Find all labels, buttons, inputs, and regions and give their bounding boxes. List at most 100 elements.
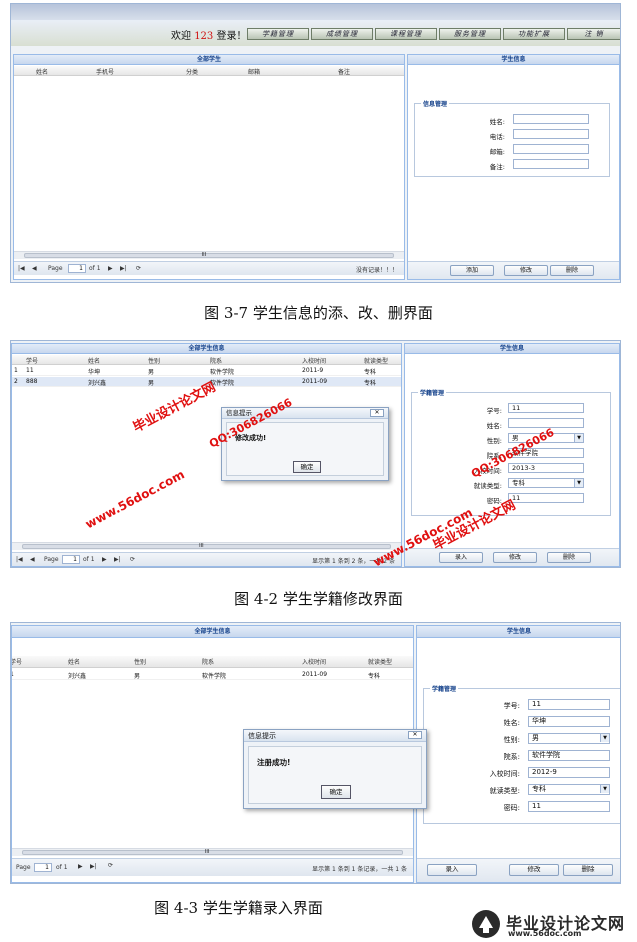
label-student-id: 学号:	[486, 407, 502, 415]
nav-grades[interactable]: 成绩管理	[311, 28, 373, 40]
col-email[interactable]: 邮箱	[248, 67, 260, 76]
close-icon[interactable]: ✕	[408, 731, 422, 739]
chevron-down-icon[interactable]: ▼	[574, 479, 583, 487]
cell: 男	[134, 673, 141, 680]
nav-courses[interactable]: 课程管理	[375, 28, 437, 40]
delete-button[interactable]: 删除	[563, 864, 613, 876]
col-gender[interactable]: 性别	[148, 356, 160, 365]
select-study-type[interactable]: 专科 ▼	[508, 478, 584, 488]
col-student-id[interactable]: 学号	[26, 356, 38, 365]
col-name[interactable]: 姓名	[88, 356, 100, 365]
select-study-type-value: 专科	[532, 785, 546, 793]
first-page-icon[interactable]: |◀	[16, 556, 23, 563]
input-name[interactable]: 华坤	[528, 716, 610, 727]
chevron-down-icon[interactable]: ▼	[600, 734, 609, 742]
input-password[interactable]: 11	[508, 493, 584, 503]
col-remark[interactable]: 备注	[338, 67, 350, 76]
label-name: 姓名:	[486, 422, 502, 430]
pager-page-input[interactable]: 1	[62, 555, 80, 564]
add-button[interactable]: 添加	[450, 265, 494, 276]
grid-horizontal-scrollbar[interactable]: III	[14, 251, 404, 259]
nav-services[interactable]: 服务管理	[439, 28, 501, 40]
col-enroll-date[interactable]: 入校时间	[302, 356, 326, 365]
input-student-id[interactable]: 11	[508, 403, 584, 413]
chevron-down-icon[interactable]: ▼	[600, 785, 609, 793]
label-study-type: 就读类型:	[473, 482, 502, 490]
cell: 刘兴鑫	[88, 380, 107, 387]
input-enroll-date[interactable]: 2012-9	[528, 767, 610, 778]
nav-extensions[interactable]: 功能扩展	[503, 28, 565, 40]
cell: 专科	[364, 380, 377, 387]
input-department[interactable]: 软件学院	[528, 750, 610, 761]
pager-status: 显示第 1 条到 1 条记录，一共 1 条	[312, 866, 407, 873]
dialog-body: 注册成功! 确定	[248, 746, 422, 804]
next-page-icon[interactable]: ▶	[78, 863, 83, 870]
refresh-icon[interactable]: ⟳	[130, 556, 135, 563]
scroll-thumb[interactable]: III	[24, 252, 394, 258]
col-department[interactable]: 院系	[210, 356, 222, 365]
form-title: 学生信息	[417, 626, 620, 638]
refresh-icon[interactable]: ⟳	[136, 265, 141, 272]
edit-button[interactable]: 修改	[493, 552, 537, 563]
input-enroll-date[interactable]: 2013-3	[508, 463, 584, 473]
col-name[interactable]: 姓名	[36, 67, 48, 76]
pager-of-label: of 1	[56, 864, 68, 871]
input-name[interactable]	[513, 114, 589, 124]
submit-button[interactable]: 录入	[439, 552, 483, 563]
next-page-icon[interactable]: ▶	[102, 556, 107, 563]
prev-page-icon[interactable]: ◀	[32, 265, 37, 272]
grid-horizontal-scrollbar[interactable]: III	[12, 848, 413, 856]
table-row[interactable]: 1 11 华坤 男 软件学院 2011-9 专科	[12, 366, 401, 376]
table-row[interactable]: 1 刘兴鑫 男 软件学院 2011-09 专科	[12, 670, 413, 680]
input-password[interactable]: 11	[528, 801, 610, 812]
grid-horizontal-scrollbar[interactable]: III	[12, 542, 401, 550]
close-icon[interactable]: ✕	[370, 409, 384, 417]
last-page-icon[interactable]: ▶|	[90, 863, 97, 870]
site-logo: 毕业设计论文网 www.56doc.com	[470, 908, 630, 940]
label-enroll-date: 入校时间:	[489, 770, 520, 778]
chevron-down-icon[interactable]: ▼	[574, 434, 583, 442]
input-student-id[interactable]: 11	[528, 699, 610, 710]
input-name[interactable]	[508, 418, 584, 428]
nav-logout[interactable]: 注 销	[567, 28, 620, 40]
label-email: 邮箱:	[489, 148, 505, 156]
delete-button[interactable]: 删除	[547, 552, 591, 563]
top-stripe	[11, 4, 620, 20]
input-remark[interactable]	[513, 159, 589, 169]
first-page-icon[interactable]: |◀	[18, 265, 25, 272]
label-phone: 电话:	[489, 133, 505, 141]
edit-button[interactable]: 修改	[509, 864, 559, 876]
pager-page-input[interactable]: 1	[68, 264, 86, 273]
nav-student-status[interactable]: 学籍管理	[247, 28, 309, 40]
col-category[interactable]: 分类	[186, 67, 198, 76]
col-gender[interactable]: 性别	[134, 657, 146, 666]
delete-button[interactable]: 删除	[550, 265, 594, 276]
last-page-icon[interactable]: ▶|	[120, 265, 127, 272]
col-name[interactable]: 姓名	[68, 657, 80, 666]
next-page-icon[interactable]: ▶	[108, 265, 113, 272]
last-page-icon[interactable]: ▶|	[114, 556, 121, 563]
pager-page-label: Page	[48, 265, 63, 272]
dialog-ok-button[interactable]: 确定	[293, 461, 321, 473]
input-email[interactable]	[513, 144, 589, 154]
col-phone[interactable]: 手机号	[96, 67, 114, 76]
scroll-thumb[interactable]: III	[22, 543, 391, 549]
cell: 男	[148, 380, 155, 387]
input-phone[interactable]	[513, 129, 589, 139]
refresh-icon[interactable]: ⟳	[108, 862, 113, 869]
col-department[interactable]: 院系	[202, 657, 214, 666]
prev-page-icon[interactable]: ◀	[30, 556, 35, 563]
dialog-ok-button[interactable]: 确定	[321, 785, 351, 799]
select-gender[interactable]: 男 ▼	[528, 733, 610, 744]
col-study-type[interactable]: 就读类型	[364, 356, 388, 365]
pager-page-input[interactable]: 1	[34, 863, 52, 872]
col-student-id[interactable]: 学号	[12, 657, 22, 666]
pager-of-label: of 1	[89, 265, 101, 272]
select-study-type[interactable]: 专科 ▼	[528, 784, 610, 795]
col-study-type[interactable]: 就读类型	[368, 657, 392, 666]
col-enroll-date[interactable]: 入校时间	[302, 657, 326, 666]
submit-button[interactable]: 录入	[427, 864, 477, 876]
edit-button[interactable]: 修改	[504, 265, 548, 276]
scroll-thumb[interactable]: III	[22, 849, 403, 855]
scroll-grip: III	[201, 252, 207, 258]
